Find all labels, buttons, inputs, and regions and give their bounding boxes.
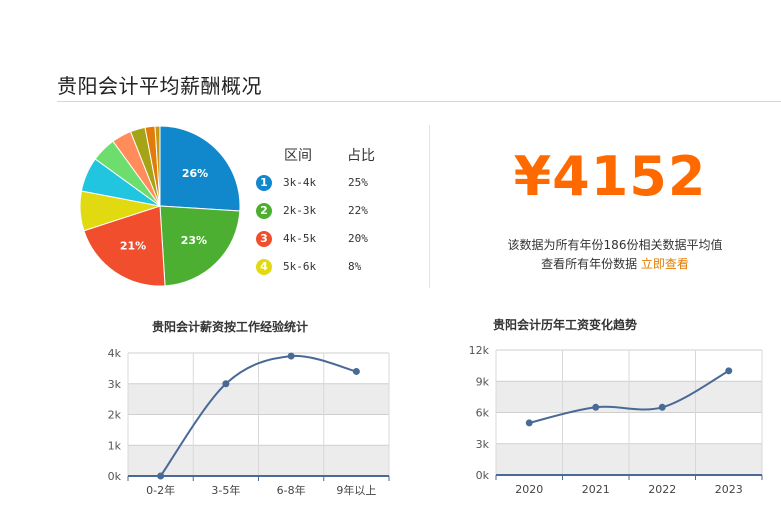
y-tick-label: 6k — [476, 407, 490, 420]
data-point — [725, 367, 733, 375]
pie-slice-label: 21% — [120, 240, 146, 253]
x-tick-label: 2023 — [715, 483, 743, 496]
legend-row: 4 5k-6k 8% — [254, 257, 394, 285]
data-point — [287, 352, 295, 360]
data-point — [592, 403, 600, 411]
y-tick-label: 12k — [469, 344, 490, 357]
average-salary-note: 该数据为所有年份186份相关数据平均值 查看所有年份数据 立即查看 — [440, 236, 781, 274]
data-point — [222, 380, 230, 388]
y-tick-label: 0k — [108, 470, 122, 483]
legend-share: 22% — [348, 204, 368, 217]
x-tick-label: 2021 — [582, 483, 610, 496]
legend-share: 25% — [348, 176, 368, 189]
yearly-line-chart: 0k 3k 6k 9k 12k 2020 2021 2022 2023 — [469, 344, 763, 496]
y-tick-label: 3k — [108, 378, 122, 391]
legend-row: 2 2k-3k 22% — [254, 201, 394, 229]
data-point — [525, 419, 533, 427]
salary-range-pie-chart: 26% 23% 21% — [79, 125, 241, 287]
y-tick-label: 0k — [476, 469, 490, 482]
legend-share: 8% — [348, 260, 362, 273]
y-tick-label: 1k — [108, 439, 122, 452]
experience-line-chart: 0k 1k 2k 3k 4k 0-2年 3-5年 6-8年 9年以上 — [108, 347, 390, 497]
legend-number-badge: 4 — [256, 259, 272, 275]
y-tick-label: 9k — [476, 375, 490, 388]
legend-number-badge: 2 — [256, 203, 272, 219]
legend-header-share: 占比 — [347, 148, 375, 164]
x-tick-label: 6-8年 — [277, 483, 306, 497]
legend-header-range: 区间 — [284, 148, 312, 164]
title-divider — [57, 101, 781, 102]
x-tick-label: 2022 — [648, 483, 676, 496]
x-tick-label: 9年以上 — [336, 483, 376, 497]
view-now-link[interactable]: 立即查看 — [641, 257, 689, 271]
legend-row: 3 4k-5k 20% — [254, 229, 394, 257]
average-salary-value: ¥4152 — [513, 145, 707, 208]
pie-legend: 区间 占比 1 3k-4k 25% 2 2k-3k 22% 3 4k-5k 20… — [254, 145, 394, 285]
pie-slice-label: 23% — [181, 234, 207, 247]
legend-share: 20% — [348, 232, 368, 245]
note-prefix: 查看所有年份数据 — [541, 257, 638, 271]
y-tick-label: 3k — [476, 438, 490, 451]
legend-row: 1 3k-4k 25% — [254, 173, 394, 201]
legend-number-badge: 1 — [256, 175, 272, 191]
legend-range: 5k-6k — [283, 260, 317, 273]
legend-range: 2k-3k — [283, 204, 317, 217]
note-line: 该数据为所有年份186份相关数据平均值 — [507, 238, 723, 252]
y-tick-label: 4k — [108, 347, 122, 360]
data-point — [658, 403, 666, 411]
pie-slice-label: 26% — [182, 167, 208, 180]
legend-number-badge: 3 — [256, 231, 272, 247]
legend-range: 4k-5k — [283, 232, 317, 245]
page-title: 贵阳会计平均薪酬概况 — [57, 74, 262, 98]
x-tick-label: 2020 — [515, 483, 543, 496]
x-tick-label: 0-2年 — [146, 483, 175, 497]
x-tick-label: 3-5年 — [211, 483, 240, 497]
yearly-chart-title: 贵阳会计历年工资变化趋势 — [493, 318, 638, 332]
experience-chart-title: 贵阳会计薪资按工作经验统计 — [152, 320, 309, 334]
y-tick-label: 2k — [108, 409, 122, 422]
data-point — [352, 367, 360, 375]
legend-range: 3k-4k — [283, 176, 317, 189]
data-point — [157, 472, 165, 480]
section-divider — [429, 125, 430, 288]
